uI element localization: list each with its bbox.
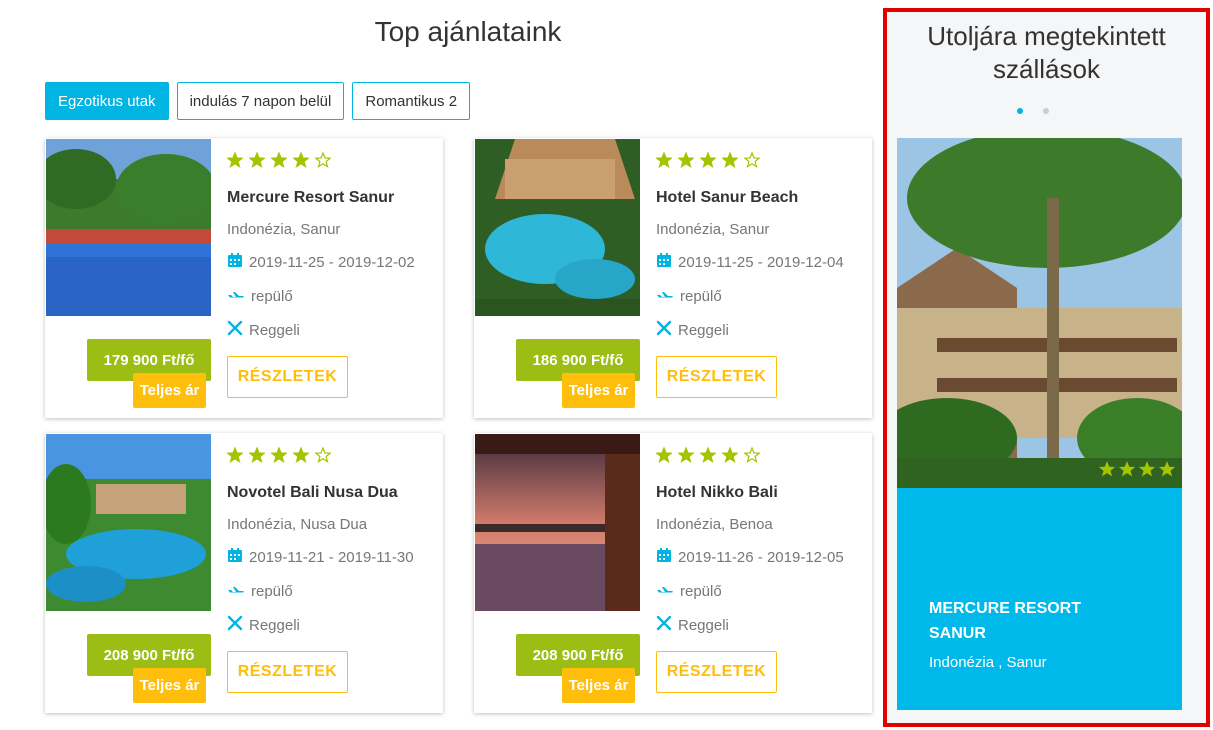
hotel-name[interactable]: Mercure Resort Sanur bbox=[227, 189, 437, 207]
recently-viewed-panel: Utoljára megtekintett szállások MERCURE … bbox=[883, 8, 1210, 727]
recent-hotel-info[interactable]: MERCURE RESORT SANUR Indonézia , Sanur bbox=[897, 488, 1182, 710]
hotel-location: Indonézia, Sanur bbox=[227, 221, 341, 238]
plane-icon bbox=[227, 581, 245, 601]
cutlery-icon bbox=[227, 615, 243, 635]
plane-icon bbox=[656, 581, 674, 601]
full-price-badge: Teljes ár bbox=[562, 668, 635, 703]
star-icon bbox=[226, 445, 244, 468]
details-button[interactable]: RÉSZLETEK bbox=[227, 651, 348, 693]
star-icon bbox=[743, 445, 761, 468]
calendar-icon bbox=[656, 252, 672, 272]
star-icon bbox=[1118, 460, 1136, 483]
star-icon bbox=[1098, 460, 1116, 483]
rating-stars bbox=[655, 445, 866, 468]
star-icon bbox=[248, 150, 266, 173]
full-price-badge: Teljes ár bbox=[562, 373, 635, 408]
star-icon bbox=[1158, 460, 1176, 483]
hotel-photo[interactable] bbox=[475, 434, 640, 611]
plane-icon bbox=[656, 286, 674, 306]
transport-type: repülő bbox=[680, 287, 722, 305]
board-type: Reggeli bbox=[249, 321, 300, 339]
star-icon bbox=[743, 150, 761, 173]
board-type: Reggeli bbox=[678, 321, 729, 339]
star-icon bbox=[721, 445, 739, 468]
full-price-badge: Teljes ár bbox=[133, 373, 206, 408]
offer-tabs: Egzotikus utak indulás 7 napon belül Rom… bbox=[45, 82, 471, 120]
transport-type: repülő bbox=[251, 582, 293, 600]
tab-romantikus-2[interactable]: Romantikus 2 bbox=[352, 82, 471, 120]
hotel-location: Indonézia, Nusa Dua bbox=[227, 516, 368, 533]
carousel-dots bbox=[1017, 108, 1049, 114]
star-icon bbox=[314, 445, 332, 468]
hotel-name[interactable]: Hotel Sanur Beach bbox=[656, 189, 866, 207]
transport-type: repülő bbox=[251, 287, 293, 305]
hotel-name[interactable]: Hotel Nikko Bali bbox=[656, 484, 866, 502]
hotel-photo[interactable] bbox=[46, 139, 211, 316]
offer-card[interactable]: 208 900 Ft/fő Teljes ár Novotel Bali Nus… bbox=[45, 433, 443, 713]
recent-hotel-photo[interactable] bbox=[897, 138, 1182, 488]
star-icon bbox=[226, 150, 244, 173]
board-type: Reggeli bbox=[678, 616, 729, 634]
transport-type: repülő bbox=[680, 582, 722, 600]
cutlery-icon bbox=[656, 615, 672, 635]
travel-dates: 2019-11-21 - 2019-11-30 bbox=[249, 548, 414, 566]
travel-dates: 2019-11-25 - 2019-12-04 bbox=[678, 253, 844, 271]
hotel-photo[interactable] bbox=[46, 434, 211, 611]
calendar-icon bbox=[227, 547, 243, 567]
page-title: Top ajánlataink bbox=[374, 16, 562, 47]
travel-dates: 2019-11-25 - 2019-12-02 bbox=[249, 253, 415, 271]
hotel-photo[interactable] bbox=[475, 139, 640, 316]
star-icon bbox=[292, 150, 310, 173]
board-type: Reggeli bbox=[249, 616, 300, 634]
calendar-icon bbox=[656, 547, 672, 567]
carousel-dot-1[interactable] bbox=[1017, 108, 1023, 114]
star-icon bbox=[270, 150, 288, 173]
tab-indulas-7-napon-belul[interactable]: indulás 7 napon belül bbox=[176, 82, 345, 120]
offer-card[interactable]: 186 900 Ft/fő Teljes ár Hotel Sanur Beac… bbox=[474, 138, 872, 418]
star-icon bbox=[292, 445, 310, 468]
details-button[interactable]: RÉSZLETEK bbox=[227, 356, 348, 398]
star-icon bbox=[655, 445, 673, 468]
recent-hotel-location: Indonézia , Sanur bbox=[929, 654, 1047, 671]
hotel-location: Indonézia, Sanur bbox=[656, 221, 770, 238]
travel-dates: 2019-11-26 - 2019-12-05 bbox=[678, 548, 844, 566]
star-icon bbox=[699, 445, 717, 468]
calendar-icon bbox=[227, 252, 243, 272]
star-icon bbox=[270, 445, 288, 468]
hotel-name[interactable]: Novotel Bali Nusa Dua bbox=[227, 484, 437, 502]
star-icon bbox=[677, 150, 695, 173]
hotel-location: Indonézia, Benoa bbox=[656, 516, 773, 533]
cutlery-icon bbox=[656, 320, 672, 340]
rating-stars bbox=[226, 150, 437, 173]
offer-card[interactable]: 179 900 Ft/fő Teljes ár Mercure Resort S… bbox=[45, 138, 443, 418]
full-price-badge: Teljes ár bbox=[133, 668, 206, 703]
star-icon bbox=[1138, 460, 1156, 483]
rating-stars bbox=[655, 150, 866, 173]
star-icon bbox=[721, 150, 739, 173]
rating-stars bbox=[226, 445, 437, 468]
recent-rating-stars bbox=[1098, 460, 1176, 483]
recently-viewed-title: Utoljára megtekintett szállások bbox=[927, 21, 1166, 84]
star-icon bbox=[699, 150, 717, 173]
cutlery-icon bbox=[227, 320, 243, 340]
carousel-dot-2[interactable] bbox=[1043, 108, 1049, 114]
star-icon bbox=[655, 150, 673, 173]
star-icon bbox=[677, 445, 695, 468]
plane-icon bbox=[227, 286, 245, 306]
star-icon bbox=[314, 150, 332, 173]
tab-egzotikus-utak[interactable]: Egzotikus utak bbox=[45, 82, 169, 120]
recent-hotel-name[interactable]: MERCURE RESORT SANUR bbox=[929, 596, 1109, 646]
details-button[interactable]: RÉSZLETEK bbox=[656, 651, 777, 693]
details-button[interactable]: RÉSZLETEK bbox=[656, 356, 777, 398]
star-icon bbox=[248, 445, 266, 468]
offer-card[interactable]: 208 900 Ft/fő Teljes ár Hotel Nikko Bali… bbox=[474, 433, 872, 713]
